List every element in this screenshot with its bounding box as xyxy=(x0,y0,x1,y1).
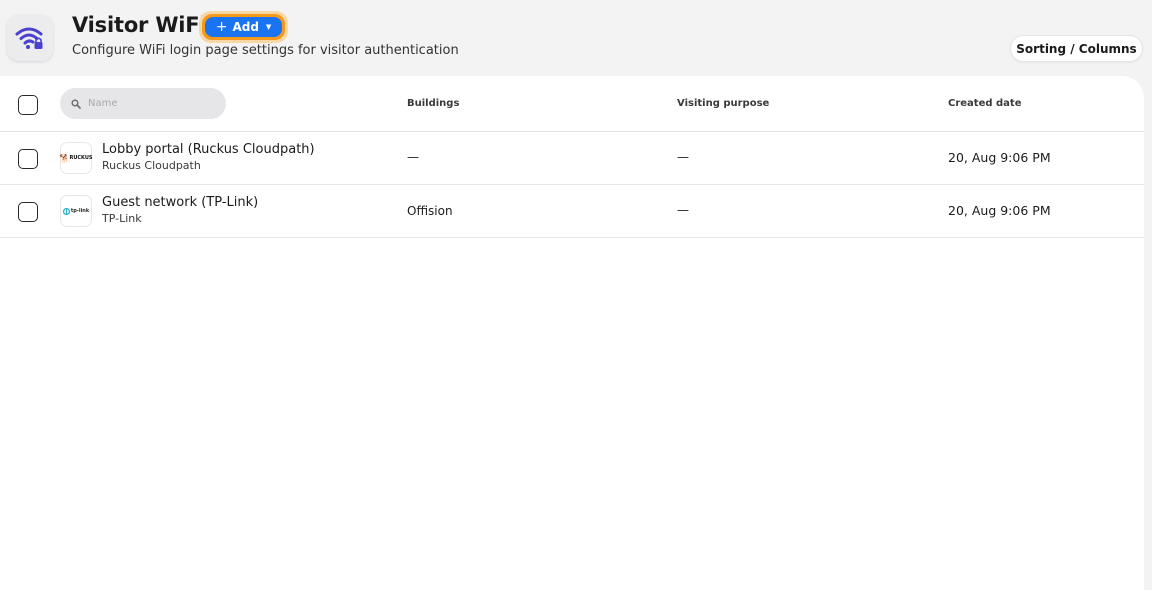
column-header-visiting-purpose[interactable]: Visiting purpose xyxy=(677,98,769,109)
add-button[interactable]: + Add ▼ xyxy=(202,14,285,40)
add-button-label: Add xyxy=(232,20,259,34)
row-buildings: Offision xyxy=(407,204,453,218)
vendor-logo: tp-link xyxy=(60,195,92,227)
add-button-focus-ring: + Add ▼ xyxy=(199,11,288,43)
wifi-lock-icon xyxy=(15,27,43,49)
app-icon xyxy=(7,15,53,61)
table-row[interactable]: tp-link Guest network (TP-Link) TP-Link … xyxy=(0,185,1144,238)
row-created-date: 20, Aug 9:06 PM xyxy=(948,150,1051,165)
page-title: Visitor WiFi xyxy=(72,13,207,37)
row-vendor: Ruckus Cloudpath xyxy=(102,159,201,172)
caret-down-icon: ▼ xyxy=(265,23,272,31)
table-header: Buildings Visiting purpose Created date xyxy=(0,76,1144,132)
sorting-columns-button[interactable]: Sorting / Columns xyxy=(1010,35,1143,62)
row-visiting-purpose: — xyxy=(677,150,689,164)
row-checkbox[interactable] xyxy=(18,149,38,169)
select-all-checkbox[interactable] xyxy=(18,95,38,115)
table-card: Buildings Visiting purpose Created date … xyxy=(0,76,1144,590)
row-visiting-purpose: — xyxy=(677,203,689,217)
row-vendor: TP-Link xyxy=(102,212,142,225)
search-field[interactable] xyxy=(60,88,226,119)
plus-icon: + xyxy=(215,18,228,35)
tp-link-logo-icon xyxy=(62,207,70,215)
column-header-buildings[interactable]: Buildings xyxy=(407,98,459,109)
search-input[interactable] xyxy=(88,98,208,109)
ruckus-dog-icon: 🐕 xyxy=(59,153,70,163)
row-created-date: 20, Aug 9:06 PM xyxy=(948,203,1051,218)
page-subtitle: Configure WiFi login page settings for v… xyxy=(72,43,459,58)
row-name: Guest network (TP-Link) xyxy=(102,195,259,210)
column-header-created-date[interactable]: Created date xyxy=(948,98,1021,109)
row-checkbox[interactable] xyxy=(18,202,38,222)
row-name: Lobby portal (Ruckus Cloudpath) xyxy=(102,142,315,157)
row-buildings: — xyxy=(407,150,419,164)
vendor-logo: 🐕 RUCKUS xyxy=(59,142,93,174)
search-icon xyxy=(71,98,81,109)
table-row[interactable]: 🐕 RUCKUS Lobby portal (Ruckus Cloudpath)… xyxy=(0,132,1144,185)
